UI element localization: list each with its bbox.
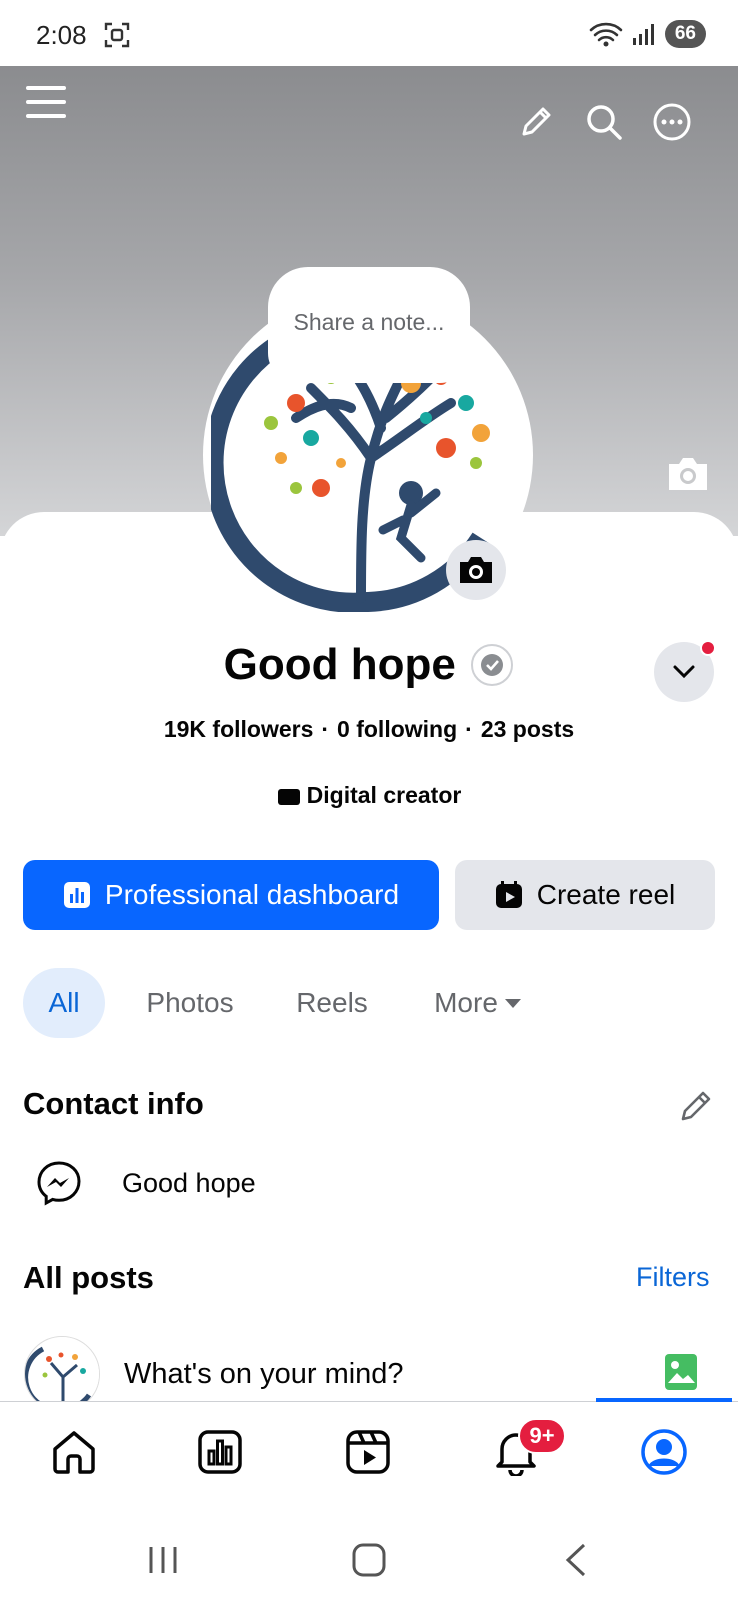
verified-badge-icon[interactable]	[470, 643, 514, 687]
messenger-name: Good hope	[122, 1167, 256, 1198]
tab-reels[interactable]: Reels	[292, 968, 372, 1038]
home-icon	[53, 1431, 95, 1474]
nav-profile[interactable]	[634, 1422, 694, 1482]
recent-apps-icon	[149, 1547, 177, 1573]
all-posts-title: All posts	[23, 1260, 154, 1295]
separator: ·	[321, 716, 330, 742]
reels-icon	[346, 1430, 390, 1474]
create-reel-label: Create reel	[536, 879, 676, 910]
bottom-nav	[0, 1398, 738, 1521]
active-tab-indicator	[596, 1398, 732, 1402]
note-bubble[interactable]: Share a note...	[268, 267, 470, 383]
following-count[interactable]: 0 following	[337, 716, 457, 742]
search-button[interactable]	[582, 100, 626, 144]
nav-reels[interactable]	[338, 1422, 398, 1482]
profile-switch-button[interactable]	[654, 640, 716, 702]
messenger-icon	[37, 1161, 81, 1206]
chevron-down-icon	[673, 665, 695, 679]
professional-dashboard-label: Professional dashboard	[104, 879, 400, 910]
note-placeholder: Share a note...	[293, 309, 445, 335]
reel-icon	[495, 881, 522, 908]
separator: ·	[465, 716, 473, 742]
edit-cover-button[interactable]	[664, 452, 712, 496]
wifi-icon	[589, 22, 623, 47]
dashboard-icon	[198, 1430, 242, 1474]
back-icon	[565, 1543, 586, 1577]
status-bar: 2:08 66	[0, 0, 738, 66]
status-time: 2:08	[36, 20, 87, 50]
name-row: Good hope	[0, 640, 738, 690]
notification-dot	[700, 640, 716, 656]
home-system-icon	[352, 1543, 386, 1577]
home-system-button[interactable]	[344, 1535, 394, 1585]
contact-info-title: Contact info	[23, 1086, 204, 1121]
edit-profile-button[interactable]	[514, 100, 558, 144]
category-label: Digital creator	[306, 782, 462, 808]
edit-avatar-button[interactable]	[446, 540, 506, 600]
back-system-button[interactable]	[551, 1535, 601, 1585]
tab-all-label: All	[48, 987, 80, 1018]
profile-category: Digital creator	[0, 782, 738, 809]
more-options-button[interactable]	[650, 100, 694, 144]
signal-icon	[632, 24, 654, 45]
more-icon	[653, 103, 691, 141]
profile-icon	[641, 1429, 687, 1475]
screenshot-icon	[104, 22, 130, 48]
camera-icon	[669, 458, 707, 490]
tab-more[interactable]: More	[428, 968, 528, 1038]
edit-contact-button[interactable]	[676, 1086, 716, 1126]
contact-messenger-row[interactable]: Good hope	[36, 1160, 256, 1206]
search-icon	[587, 105, 622, 140]
caret-down-icon	[504, 999, 521, 1008]
camera-icon	[460, 557, 492, 583]
nav-home[interactable]	[44, 1422, 104, 1482]
hamburger-icon	[26, 86, 66, 118]
tab-reels-label: Reels	[296, 987, 368, 1018]
nav-dashboard[interactable]	[190, 1422, 250, 1482]
pencil-icon	[681, 1091, 711, 1121]
create-reel-button[interactable]: Create reel	[455, 860, 715, 930]
tab-photos-label: Photos	[146, 987, 234, 1018]
status-icons: 66	[589, 20, 706, 48]
profile-stats: 19K followers · 0 following · 23 posts	[0, 716, 738, 743]
dashboard-icon	[63, 882, 90, 908]
tab-all[interactable]: All	[23, 968, 105, 1038]
posts-count: 23 posts	[480, 716, 575, 742]
profile-name: Good hope	[223, 640, 456, 689]
system-nav-bar	[0, 1521, 738, 1600]
filters-link[interactable]: Filters	[636, 1262, 710, 1293]
followers-count[interactable]: 19K followers	[164, 716, 314, 742]
pencil-icon	[522, 107, 551, 136]
tab-more-label: More	[434, 987, 498, 1018]
composer-input[interactable]: What's on your mind?	[124, 1358, 404, 1391]
clapperboard-icon	[277, 789, 300, 805]
battery-indicator: 66	[664, 20, 706, 48]
photo-icon	[665, 1354, 697, 1390]
recent-apps-button[interactable]	[138, 1535, 188, 1585]
notifications-badge: 9+	[518, 1418, 566, 1454]
add-photo-button[interactable]	[662, 1352, 700, 1392]
tab-photos[interactable]: Photos	[140, 968, 240, 1038]
professional-dashboard-button[interactable]: Professional dashboard	[23, 860, 439, 930]
menu-button[interactable]	[24, 80, 68, 124]
